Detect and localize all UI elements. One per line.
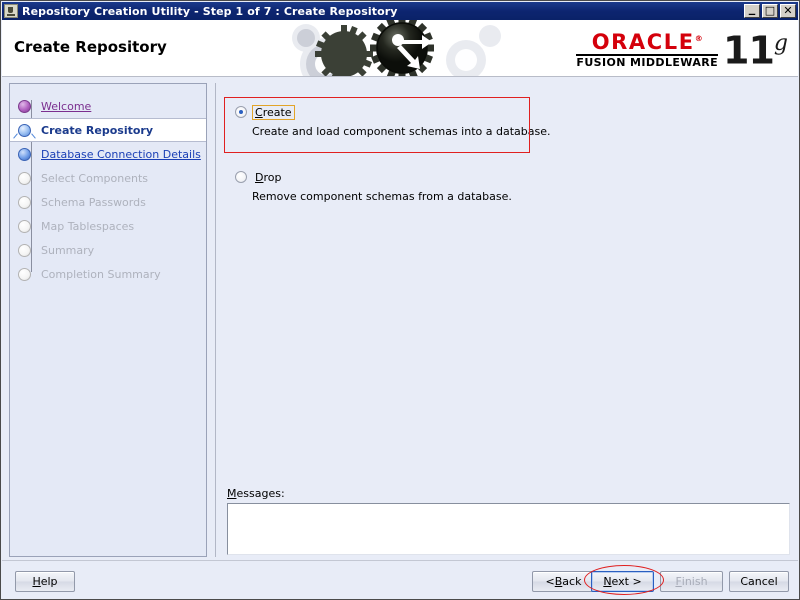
application-window: Repository Creation Utility - Step 1 of … [0, 0, 800, 600]
step-node-todo-icon [18, 195, 31, 209]
messages-label: Messages: [227, 487, 285, 500]
window-controls: _ □ ✕ [744, 1, 796, 18]
java-coffee-cup-icon [4, 4, 18, 18]
step-navigation-sidebar: Welcome Create Repository Database Conne… [9, 83, 207, 557]
minimize-icon: _ [748, 1, 756, 16]
step-node-todo-icon [18, 267, 31, 281]
sidebar-item-label: Summary [41, 243, 95, 257]
close-button[interactable]: ✕ [780, 4, 796, 18]
sidebar-item-label: Completion Summary [41, 267, 161, 281]
window-title: Repository Creation Utility - Step 1 of … [22, 4, 398, 18]
step-node-current-icon [18, 123, 31, 137]
close-icon: ✕ [783, 4, 793, 17]
product-line-label: FUSION MIDDLEWARE [576, 56, 719, 69]
dialog-button-bar: Help < Back Next > Finish Cancel [2, 560, 798, 599]
create-radio-label[interactable]: Create [252, 104, 295, 120]
step-node-next-icon [18, 147, 31, 161]
page-title: Create Repository [14, 38, 167, 56]
drop-option-group[interactable]: Drop Remove component schemas from a dat… [227, 161, 779, 213]
help-button[interactable]: Help [15, 571, 75, 592]
sidebar-item-map-tablespaces: Map Tablespaces [10, 214, 206, 238]
cancel-button[interactable]: Cancel [729, 571, 789, 592]
sidebar-item-schema-passwords: Schema Passwords [10, 190, 206, 214]
operation-options-group: Create Create and load component schemas… [227, 96, 779, 213]
oracle-fusion-middleware-logo: ORACLE® FUSION MIDDLEWARE 11g [576, 25, 788, 73]
oracle-wordmark: ORACLE® [591, 30, 703, 54]
drop-option-description: Remove component schemas from a database… [252, 190, 512, 203]
gears-graphic-icon [284, 20, 514, 76]
title-bar: Repository Creation Utility - Step 1 of … [2, 2, 798, 20]
sidebar-item-create-repository[interactable]: Create Repository [10, 118, 206, 142]
sidebar-item-label: Map Tablespaces [41, 219, 135, 233]
step-node-todo-icon [18, 171, 31, 185]
sidebar-item-label: Schema Passwords [41, 195, 146, 209]
drop-radio-label[interactable]: Drop [252, 170, 284, 185]
sidebar-item-completion-summary: Completion Summary [10, 262, 206, 286]
drop-radio-button[interactable] [235, 171, 247, 183]
sidebar-item-label: Database Connection Details [41, 147, 201, 161]
panel-divider [215, 83, 216, 557]
next-button[interactable]: Next > [591, 571, 654, 592]
sidebar-item-database-connection-details[interactable]: Database Connection Details [10, 142, 206, 166]
maximize-icon: □ [764, 4, 776, 17]
sidebar-item-label: Welcome [41, 99, 92, 113]
create-option-group[interactable]: Create Create and load component schemas… [227, 96, 779, 148]
sidebar-item-select-components: Select Components [10, 166, 206, 190]
step-node-todo-icon [18, 219, 31, 233]
minimize-button[interactable]: _ [744, 1, 760, 18]
finish-button: Finish [660, 571, 723, 592]
step-node-done-icon [18, 99, 31, 113]
create-option-description: Create and load component schemas into a… [252, 125, 551, 138]
content-panel: Create Create and load component schemas… [215, 83, 792, 557]
sidebar-item-label: Create Repository [41, 123, 154, 137]
version-label: 11g [723, 28, 788, 73]
sidebar-item-welcome[interactable]: Welcome [10, 94, 206, 118]
maximize-button[interactable]: □ [762, 4, 778, 18]
sidebar-item-label: Select Components [41, 171, 149, 185]
create-radio-button[interactable] [235, 106, 247, 118]
registered-trademark-icon: ® [694, 34, 703, 43]
sidebar-item-summary: Summary [10, 238, 206, 262]
step-list: Welcome Create Repository Database Conne… [10, 84, 206, 286]
header-banner: Create Repository ORACLE® FUSION MIDDLEW… [2, 20, 798, 77]
body-area: Welcome Create Repository Database Conne… [2, 78, 798, 560]
messages-section: Messages: [227, 487, 790, 555]
messages-textarea[interactable] [227, 503, 790, 555]
step-node-todo-icon [18, 243, 31, 257]
back-button[interactable]: < Back [532, 571, 595, 592]
